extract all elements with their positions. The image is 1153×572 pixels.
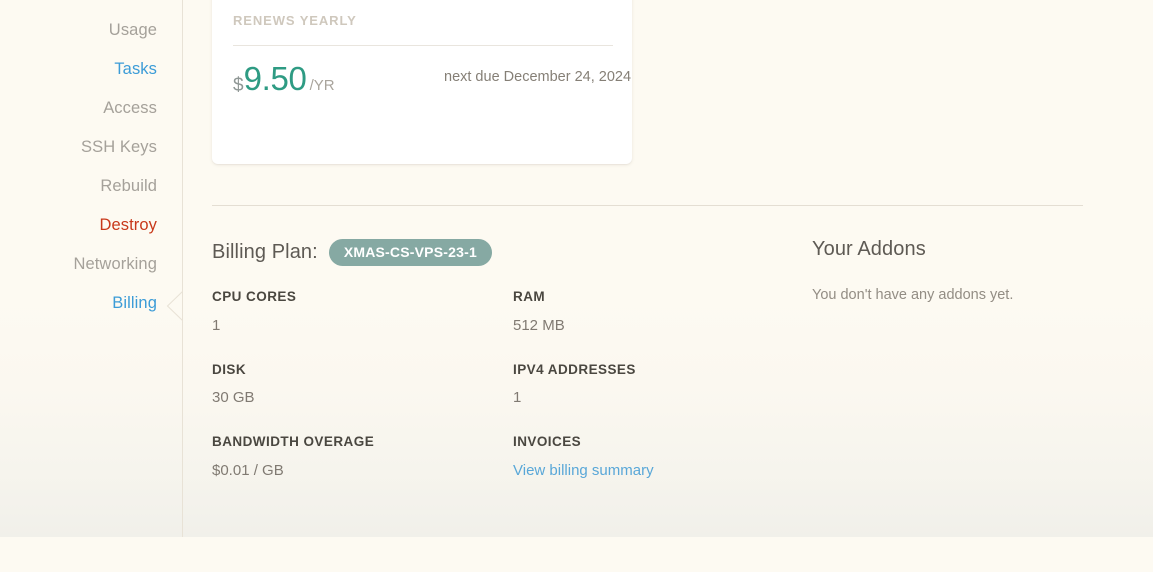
spec-disk: DISK 30 GB	[212, 361, 513, 406]
sidebar-divider	[182, 0, 183, 537]
view-billing-summary-link[interactable]: View billing summary	[513, 463, 814, 478]
spec-label: RAM	[513, 289, 546, 304]
sidebar-item-tasks[interactable]: Tasks	[17, 61, 157, 78]
sidebar-item-billing[interactable]: Billing	[17, 295, 157, 312]
server-sidebar: Usage Tasks Access SSH Keys Rebuild Dest…	[0, 0, 182, 537]
spec-row: CPU CORES 1 RAM 512 MB	[212, 290, 792, 333]
spec-label: IPV4 ADDRESSES	[513, 361, 636, 377]
footer-strip	[0, 537, 1153, 572]
price-amount: 9.50	[243, 60, 307, 97]
addons-section: Your Addons You don't have any addons ye…	[812, 239, 1092, 303]
spec-value: 30 GB	[212, 389, 255, 406]
price-period: /YR	[309, 77, 335, 94]
spec-row: BANDWIDTH OVERAGE $0.01 / GB INVOICES Vi…	[212, 435, 792, 478]
active-item-chevron-left-icon	[166, 291, 183, 321]
section-divider	[212, 205, 1083, 206]
spec-cpu-cores: CPU CORES 1	[212, 290, 513, 333]
sidebar-item-access[interactable]: Access	[17, 100, 157, 117]
billing-plan-badge[interactable]: XMAS-CS-VPS-23-1	[328, 239, 492, 266]
billing-page: Usage Tasks Access SSH Keys Rebuild Dest…	[0, 0, 1153, 572]
spec-value: 512 MB	[513, 316, 565, 334]
content-panel: Usage Tasks Access SSH Keys Rebuild Dest…	[0, 0, 1153, 537]
addons-title: Your Addons	[812, 238, 926, 260]
sidebar-item-ssh-keys[interactable]: SSH Keys	[17, 139, 157, 156]
addons-empty-message: You don't have any addons yet.	[812, 287, 1014, 303]
renewal-card-heading: RENEWS YEARLY	[233, 13, 357, 28]
price-currency-symbol: $	[233, 75, 244, 96]
spec-value: 1	[513, 389, 522, 406]
plan-specs-grid: CPU CORES 1 RAM 512 MB DISK 30 GB IPV4 A…	[212, 290, 792, 478]
sidebar-item-usage[interactable]: Usage	[17, 22, 157, 39]
spec-row: DISK 30 GB IPV4 ADDRESSES 1	[212, 361, 792, 406]
spec-label: CPU CORES	[212, 289, 297, 304]
renewal-card: RENEWS YEARLY $9.50/YR next due December…	[212, 0, 632, 164]
sidebar-item-rebuild[interactable]: Rebuild	[17, 178, 157, 195]
spec-invoices: INVOICES View billing summary	[513, 435, 814, 478]
spec-ram: RAM 512 MB	[513, 290, 814, 333]
spec-ipv4-addresses: IPV4 ADDRESSES 1	[513, 361, 814, 406]
renewal-card-divider	[233, 45, 613, 46]
billing-plan-row: Billing Plan: XMAS-CS-VPS-23-1	[212, 239, 492, 266]
spec-label: BANDWIDTH OVERAGE	[212, 434, 375, 449]
spec-value: $0.01 / GB	[212, 461, 284, 479]
sidebar-nav: Usage Tasks Access SSH Keys Rebuild Dest…	[17, 22, 157, 334]
spec-value: 1	[212, 316, 221, 334]
next-due-text: next due December 24, 2024	[444, 69, 632, 85]
sidebar-item-destroy[interactable]: Destroy	[17, 217, 157, 234]
spec-bandwidth-overage: BANDWIDTH OVERAGE $0.01 / GB	[212, 435, 513, 478]
renewal-price: $9.50/YR	[233, 60, 335, 98]
spec-label: DISK	[212, 361, 247, 377]
billing-plan-title: Billing Plan:	[212, 241, 318, 263]
spec-label: INVOICES	[513, 434, 582, 449]
sidebar-item-networking[interactable]: Networking	[17, 256, 157, 273]
